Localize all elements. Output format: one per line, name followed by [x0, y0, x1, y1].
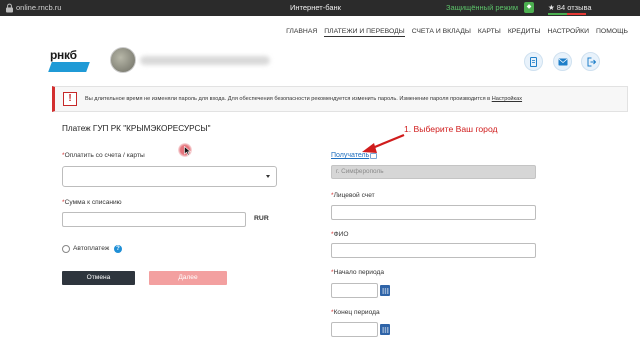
period-end-input[interactable]: [331, 322, 378, 337]
account-label-text: Лицевой счет: [333, 192, 375, 199]
browser-bar: online.rncb.ru Интернет-банк Защищённый …: [0, 0, 640, 16]
logout-icon[interactable]: [581, 52, 600, 71]
internet-bank-page: online.rncb.ru Интернет-банк Защищённый …: [0, 0, 640, 360]
main-navigation: ГЛАВНАЯ ПЛАТЕЖИ И ПЕРЕВОДЫ СЧЕТА И ВКЛАД…: [286, 28, 628, 37]
chevron-down-icon: [266, 175, 270, 178]
document-icon[interactable]: [524, 52, 543, 71]
mouse-cursor-icon: [184, 146, 192, 156]
user-avatar[interactable]: [110, 47, 136, 73]
secure-mode-label: Защищённый режим: [446, 3, 518, 12]
fio-label-text: ФИО: [333, 231, 349, 238]
next-button[interactable]: Далее: [149, 271, 227, 285]
reviews-rating-bar: [548, 13, 586, 15]
mail-icon[interactable]: [553, 52, 572, 71]
amount-label: *Сумма к списанию: [62, 199, 122, 206]
fio-input[interactable]: [331, 243, 536, 258]
password-alert: ! Вы длительное время не изменяли пароль…: [52, 86, 628, 112]
nav-item-help[interactable]: ПОМОЩЬ: [596, 28, 628, 37]
amount-label-text: Сумма к списанию: [64, 199, 122, 206]
shield-icon[interactable]: ◆: [524, 2, 534, 13]
bank-logo[interactable]: рнкб: [48, 48, 92, 74]
period-start-input[interactable]: [331, 283, 378, 298]
user-name-blurred: [140, 56, 270, 65]
nav-item-cards[interactable]: КАРТЫ: [478, 28, 501, 37]
autopay-label[interactable]: Автоплатеж: [73, 245, 109, 252]
account-label: *Лицевой счет: [331, 192, 375, 199]
amount-input[interactable]: [62, 212, 246, 227]
alert-message: Вы длительное время не изменяли пароль д…: [85, 96, 492, 102]
period-end-label: *Конец периода: [331, 309, 380, 316]
city-select[interactable]: г. Симферополь: [331, 165, 536, 179]
nav-item-home[interactable]: ГЛАВНАЯ: [286, 28, 317, 37]
nav-item-settings[interactable]: НАСТРОЙКИ: [548, 28, 590, 37]
warning-icon: !: [63, 92, 77, 106]
logo-text: рнкб: [50, 48, 77, 62]
help-icon[interactable]: ?: [114, 245, 122, 253]
calendar-icon[interactable]: [380, 324, 390, 335]
cancel-button[interactable]: Отмена: [62, 271, 135, 285]
alert-settings-link[interactable]: Настройках: [492, 96, 522, 102]
logo-stripe: [48, 62, 90, 72]
annotation-arrow-icon: [362, 133, 405, 153]
currency-label: RUR: [254, 215, 269, 222]
nav-item-payments[interactable]: ПЛАТЕЖИ И ПЕРЕВОДЫ: [324, 28, 405, 37]
period-end-label-text: Конец периода: [333, 309, 380, 316]
period-start-label-text: Начало периода: [333, 269, 385, 276]
lock-icon: [6, 3, 13, 13]
nav-item-accounts[interactable]: СЧЕТА И ВКЛАДЫ: [412, 28, 471, 37]
pay-from-select[interactable]: [62, 166, 277, 187]
calendar-icon[interactable]: [380, 285, 390, 296]
nav-item-credits[interactable]: КРЕДИТЫ: [508, 28, 541, 37]
browser-url[interactable]: online.rncb.ru: [16, 3, 61, 12]
account-input[interactable]: [331, 205, 536, 220]
reviews-badge[interactable]: ★ 84 отзыва: [548, 3, 592, 12]
autopay-radio[interactable]: [62, 245, 70, 253]
alert-text: Вы длительное время не изменяли пароль д…: [85, 96, 522, 102]
page-title: Платеж ГУП РК "КРЫМЭКОРЕСУРСЫ": [62, 124, 211, 133]
pay-from-label-text: Оплатить со счета / карты: [64, 152, 145, 159]
fio-label: *ФИО: [331, 231, 349, 238]
period-start-label: *Начало периода: [331, 269, 385, 276]
pay-from-label: *Оплатить со счета / карты: [62, 152, 145, 159]
browser-title: Интернет-банк: [290, 3, 341, 12]
